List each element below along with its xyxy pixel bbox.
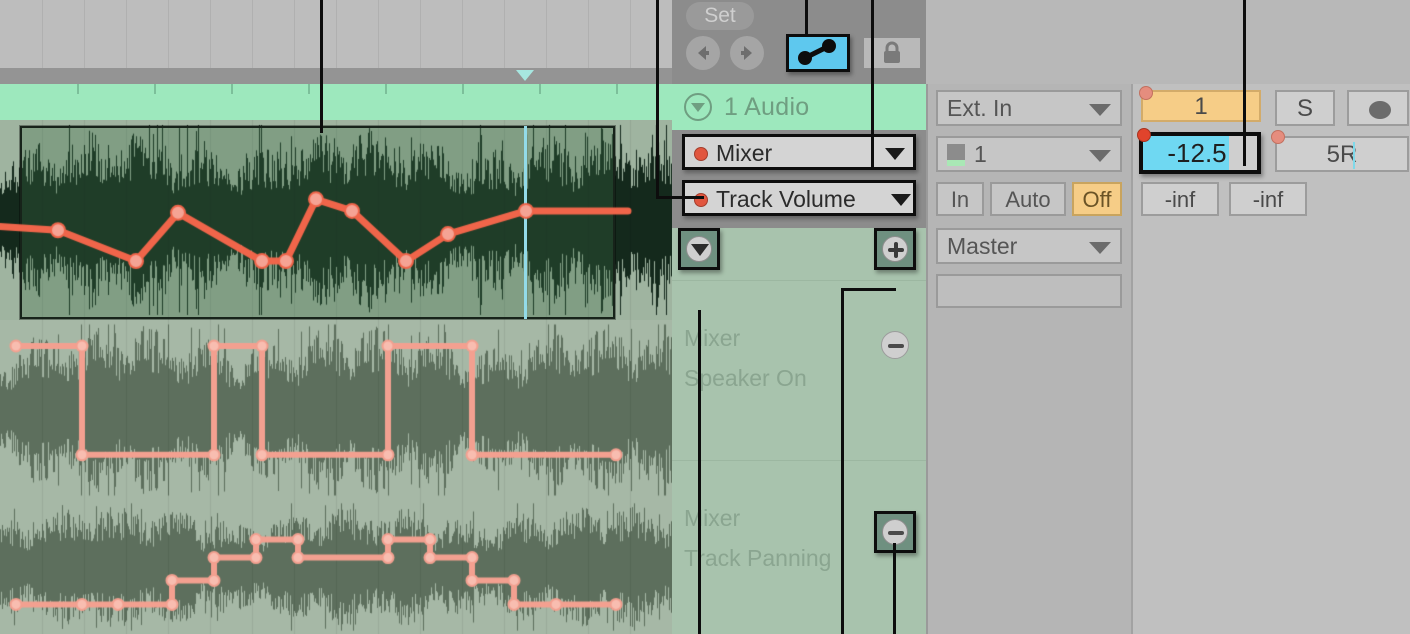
device-chooser-dropdown[interactable]: Mixer	[682, 134, 916, 170]
solo-button[interactable]: S	[1275, 90, 1335, 126]
ruler-gridline	[126, 0, 127, 68]
automation-lane-speaker-on[interactable]	[0, 320, 672, 500]
pan-value-field[interactable]: 5R	[1271, 130, 1409, 172]
automation-mode-button[interactable]	[786, 34, 850, 72]
ruler-gridline	[630, 0, 631, 68]
automation-red-dot-icon	[694, 147, 708, 161]
ruler-gridline	[378, 0, 379, 68]
automation-lane-track-panning[interactable]	[0, 500, 672, 634]
automation-red-dot-icon	[1271, 130, 1285, 144]
audio-to-type-dropdown[interactable]: Master	[936, 228, 1122, 264]
audio-to-type-label: Master	[947, 233, 1018, 259]
track-title-bar[interactable]: 1 Audio	[672, 84, 926, 130]
audio-from-type-dropdown[interactable]: Ext. In	[936, 90, 1122, 126]
ruler-gridline	[420, 0, 421, 68]
track-number-label: 1	[1194, 93, 1208, 120]
envelope-lane-toolbar	[672, 228, 926, 280]
volume-value-label: -12.5	[1167, 138, 1227, 168]
track-clip-strip[interactable]	[0, 84, 672, 120]
callout-line-breakpoint	[320, 0, 323, 133]
clip-tick	[385, 84, 387, 94]
arrangement-view[interactable]	[0, 0, 672, 634]
set-locator-button[interactable]: Set	[686, 2, 754, 30]
ruler-gridline	[546, 0, 547, 68]
pan-center-tick	[1353, 142, 1355, 169]
arrangement-scroll-strip[interactable]	[0, 68, 672, 84]
track-name-label: 1 Audio	[724, 93, 810, 121]
ruler-gridline	[168, 0, 169, 68]
callout-line-device-chooser	[871, 0, 874, 168]
clip-tick	[231, 84, 233, 94]
automation-red-dot-icon	[1139, 86, 1153, 100]
clip-tick	[462, 84, 464, 94]
envelope-lane-device: Mixer	[684, 505, 741, 531]
monitor-off-button[interactable]: Off	[1072, 182, 1122, 216]
ruler-gridline	[336, 0, 337, 68]
chevron-down-circle-icon[interactable]	[684, 93, 712, 121]
envelope-lane-parameter: Track Panning	[684, 545, 832, 571]
record-arm-button[interactable]	[1347, 90, 1409, 126]
meter-left-label: -inf	[1141, 182, 1219, 216]
callout-line-add-lane-elbow	[841, 288, 896, 291]
chevron-down-icon	[1089, 150, 1111, 162]
ruler-gridline	[504, 0, 505, 68]
envelope-lane-device: Mixer	[684, 325, 741, 351]
timeline-ruler[interactable]	[0, 0, 672, 69]
callout-line-parameter-chooser-elbow	[656, 196, 704, 199]
callout-line-volume-field	[1243, 0, 1246, 166]
add-envelope-lane-button[interactable]	[874, 228, 916, 270]
playhead-marker-icon	[516, 70, 534, 81]
automation-red-dot-icon	[1137, 128, 1151, 142]
record-dot-icon	[1369, 101, 1391, 119]
previous-locator-button[interactable]	[686, 36, 720, 70]
mixer-strip-panel[interactable]: 1 S -12.5 5R -inf -inf	[1131, 84, 1410, 634]
device-chooser-label: Mixer	[716, 140, 773, 166]
chevron-down-icon	[1089, 104, 1111, 116]
callout-line-show-lanes	[698, 310, 701, 634]
ruler-gridline	[42, 0, 43, 68]
clip-tick	[77, 84, 79, 94]
callout-line-parameter-chooser	[656, 0, 659, 199]
ruler-gridline	[210, 0, 211, 68]
playhead-line	[524, 126, 527, 319]
ableton-arrangement-screenshot: Set 1 Audio Mixer Track Volume Mixer Spe…	[0, 0, 1410, 634]
chevron-down-icon	[891, 194, 911, 206]
show-envelope-lanes-button[interactable]	[678, 228, 720, 270]
parameter-chooser-label: Track Volume	[716, 186, 856, 212]
clip-tick	[539, 84, 541, 94]
minus-button-icon[interactable]	[881, 331, 909, 359]
meter-right-label: -inf	[1229, 182, 1307, 216]
parameter-chooser-dropdown[interactable]: Track Volume	[682, 180, 916, 216]
callout-line-add-lane	[841, 288, 844, 634]
envelope-lane-row[interactable]: Mixer Speaker On	[672, 280, 926, 461]
audio-from-channel-dropdown[interactable]: 1	[936, 136, 1122, 172]
monitor-in-button[interactable]: In	[936, 182, 984, 216]
envelope-lane-parameter: Speaker On	[684, 365, 807, 391]
ruler-gridline	[294, 0, 295, 68]
ruler-gridline	[84, 0, 85, 68]
audio-from-channel-label: 1	[974, 141, 987, 167]
callout-line-remove-lane	[893, 543, 896, 634]
ruler-gridline	[252, 0, 253, 68]
clip-tick	[154, 84, 156, 94]
chevron-down-icon	[885, 148, 905, 160]
callout-line-automation-mode	[805, 0, 808, 36]
clip-tick	[308, 84, 310, 94]
waveform-speaker-on	[0, 320, 672, 500]
waveform-track-panning	[0, 500, 672, 634]
track-io-panel[interactable]: Ext. In 1 In Auto Off Master	[926, 84, 1133, 634]
clip-tick	[616, 84, 618, 94]
chevron-down-icon	[1089, 242, 1111, 254]
audio-from-type-label: Ext. In	[947, 95, 1013, 121]
next-locator-button[interactable]	[730, 36, 764, 70]
envelope-lane-row[interactable]: Mixer Track Panning	[672, 460, 926, 634]
ruler-gridline	[462, 0, 463, 68]
audio-to-channel-dropdown[interactable]	[936, 274, 1122, 308]
channel-meter-icon	[947, 144, 965, 166]
monitor-auto-button[interactable]: Auto	[990, 182, 1066, 216]
track-header-panel[interactable]: Set 1 Audio Mixer Track Volume Mixer Spe…	[672, 0, 926, 634]
ruler-gridline	[588, 0, 589, 68]
